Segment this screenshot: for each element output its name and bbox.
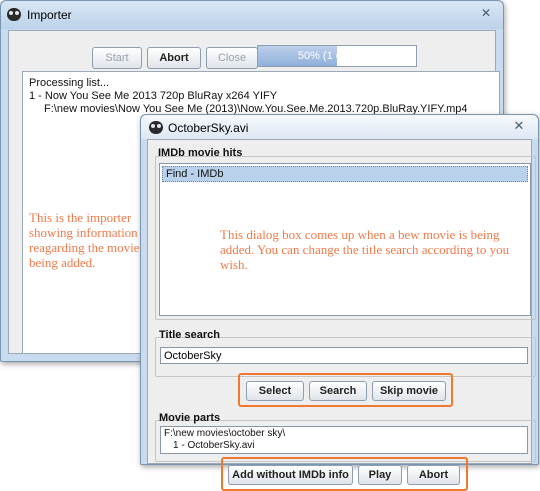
search-button[interactable]: Search — [309, 381, 367, 401]
app-icon — [149, 121, 163, 134]
list-item: 1 - OctoberSky.avi — [173, 440, 255, 451]
start-button[interactable]: Start — [92, 47, 142, 69]
add-without-imdb-button[interactable]: Add without IMDb info — [228, 465, 353, 485]
dialog-title: OctoberSky.avi — [168, 121, 249, 135]
play-button[interactable]: Play — [358, 465, 402, 485]
importer-titlebar[interactable]: Importer ✕ — [1, 1, 503, 29]
close-icon[interactable]: ✕ — [475, 5, 497, 21]
log-line: 1 - Now You See Me 2013 720p BluRay x264… — [29, 90, 278, 102]
list-item: F:\new movies\october sky\ — [164, 428, 286, 439]
imdb-hits-label: IMDb movie hits — [158, 147, 243, 159]
dialog-content: IMDb movie hits Find - IMDb This dialog … — [147, 139, 536, 491]
abort-button[interactable]: Abort — [147, 47, 201, 69]
list-item[interactable]: Find - IMDb — [162, 166, 528, 182]
title-search-input[interactable] — [160, 347, 528, 364]
importer-title: Importer — [27, 8, 72, 22]
progress-text: 50% (1 out of 2) — [297, 50, 377, 62]
skip-movie-button[interactable]: Skip movie — [372, 381, 446, 401]
dialog-titlebar[interactable]: OctoberSky.avi ✕ — [141, 115, 538, 139]
movie-parts-label: Movie parts — [159, 412, 221, 424]
movie-dialog: OctoberSky.avi ✕ IMDb movie hits Find - … — [140, 114, 539, 491]
movie-parts-list[interactable]: F:\new movies\october sky\ 1 - OctoberSk… — [160, 426, 528, 454]
dialog-annotation: This dialog box comes up when a bew movi… — [220, 227, 510, 272]
abort-button[interactable]: Abort — [407, 465, 460, 485]
progress-bar: 50% (1 out of 2) — [257, 45, 417, 67]
title-search-label: Title search — [159, 329, 220, 341]
log-line: Processing list... — [29, 77, 110, 89]
close-button[interactable]: Close — [206, 47, 258, 69]
app-icon — [7, 8, 21, 21]
select-button[interactable]: Select — [246, 381, 304, 401]
imdb-hits-list[interactable]: Find - IMDb This dialog box comes up whe… — [159, 163, 531, 316]
close-icon[interactable]: ✕ — [508, 118, 530, 134]
